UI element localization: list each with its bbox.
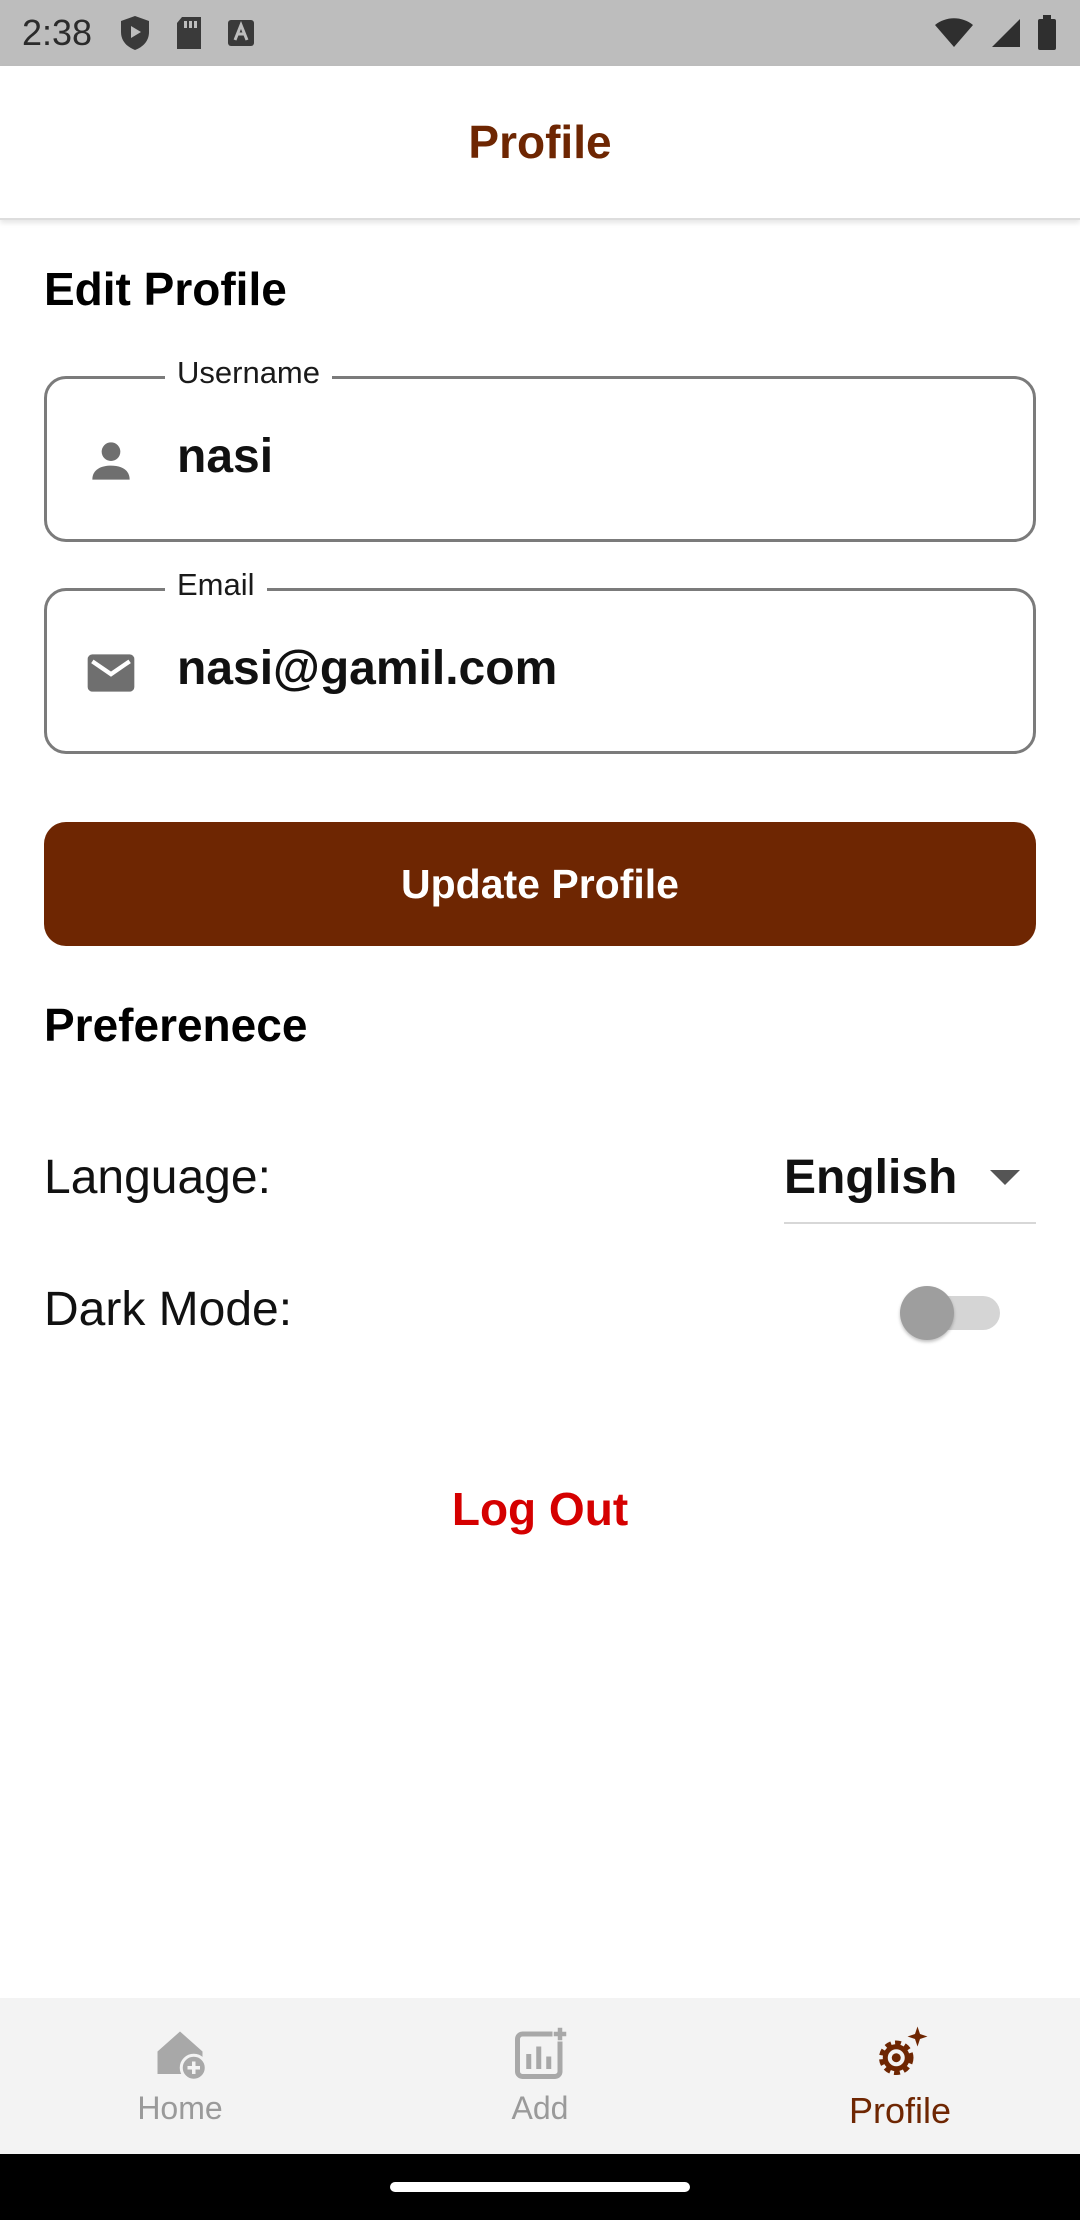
email-input[interactable]: nasi@gamil.com bbox=[177, 641, 557, 696]
home-gesture-handle[interactable] bbox=[390, 2182, 690, 2192]
email-field[interactable]: Email nasi@gamil.com bbox=[44, 567, 1036, 754]
shield-play-icon bbox=[118, 14, 152, 52]
status-time: 2:38 bbox=[22, 12, 93, 53]
username-input[interactable]: nasi bbox=[177, 429, 273, 484]
preferences-heading: Preferenece bbox=[44, 999, 308, 1051]
system-gesture-bar bbox=[0, 2154, 1080, 2220]
nav-item-add[interactable]: Add bbox=[360, 1998, 720, 2154]
nav-label-add: Add bbox=[511, 2090, 569, 2126]
dropdown-arrow-icon bbox=[990, 1170, 1020, 1191]
chart-add-icon bbox=[510, 2024, 570, 2084]
cell-signal-icon bbox=[988, 17, 1022, 49]
page-title: Profile bbox=[468, 116, 612, 168]
username-field[interactable]: Username nasi bbox=[44, 355, 1036, 542]
keyboard-a-icon bbox=[226, 18, 256, 48]
bottom-navigation: Home Add Profile bbox=[0, 1998, 1080, 2154]
toggle-thumb bbox=[900, 1286, 954, 1340]
edit-profile-heading: Edit Profile bbox=[44, 263, 287, 315]
person-icon bbox=[83, 433, 139, 489]
wifi-icon bbox=[934, 17, 974, 49]
app-bar: Profile bbox=[0, 66, 1080, 220]
mail-icon bbox=[83, 645, 139, 701]
settings-sparkle-icon bbox=[870, 2024, 930, 2084]
status-icons-right bbox=[934, 15, 1058, 51]
home-add-icon bbox=[150, 2024, 210, 2084]
status-icons-left bbox=[118, 14, 256, 52]
sd-card-icon bbox=[174, 15, 204, 51]
log-out-button[interactable]: Log Out bbox=[0, 1482, 1080, 1536]
nav-item-home[interactable]: Home bbox=[0, 1998, 360, 2154]
dark-mode-toggle[interactable] bbox=[900, 1282, 1004, 1342]
language-label: Language: bbox=[44, 1151, 271, 1204]
log-out-label[interactable]: Log Out bbox=[452, 1483, 628, 1535]
battery-icon bbox=[1036, 15, 1058, 51]
nav-label-profile: Profile bbox=[848, 2090, 952, 2131]
update-profile-button[interactable]: Update Profile bbox=[44, 822, 1036, 946]
dark-mode-label: Dark Mode: bbox=[44, 1283, 293, 1336]
email-label: Email bbox=[165, 567, 267, 603]
status-bar: 2:38 bbox=[0, 0, 1080, 66]
nav-label-home: Home bbox=[137, 2090, 223, 2126]
nav-item-profile[interactable]: Profile bbox=[720, 1998, 1080, 2154]
language-selected-value: English bbox=[784, 1151, 958, 1204]
language-dropdown[interactable]: English bbox=[784, 1148, 1036, 1224]
username-label: Username bbox=[165, 355, 332, 391]
